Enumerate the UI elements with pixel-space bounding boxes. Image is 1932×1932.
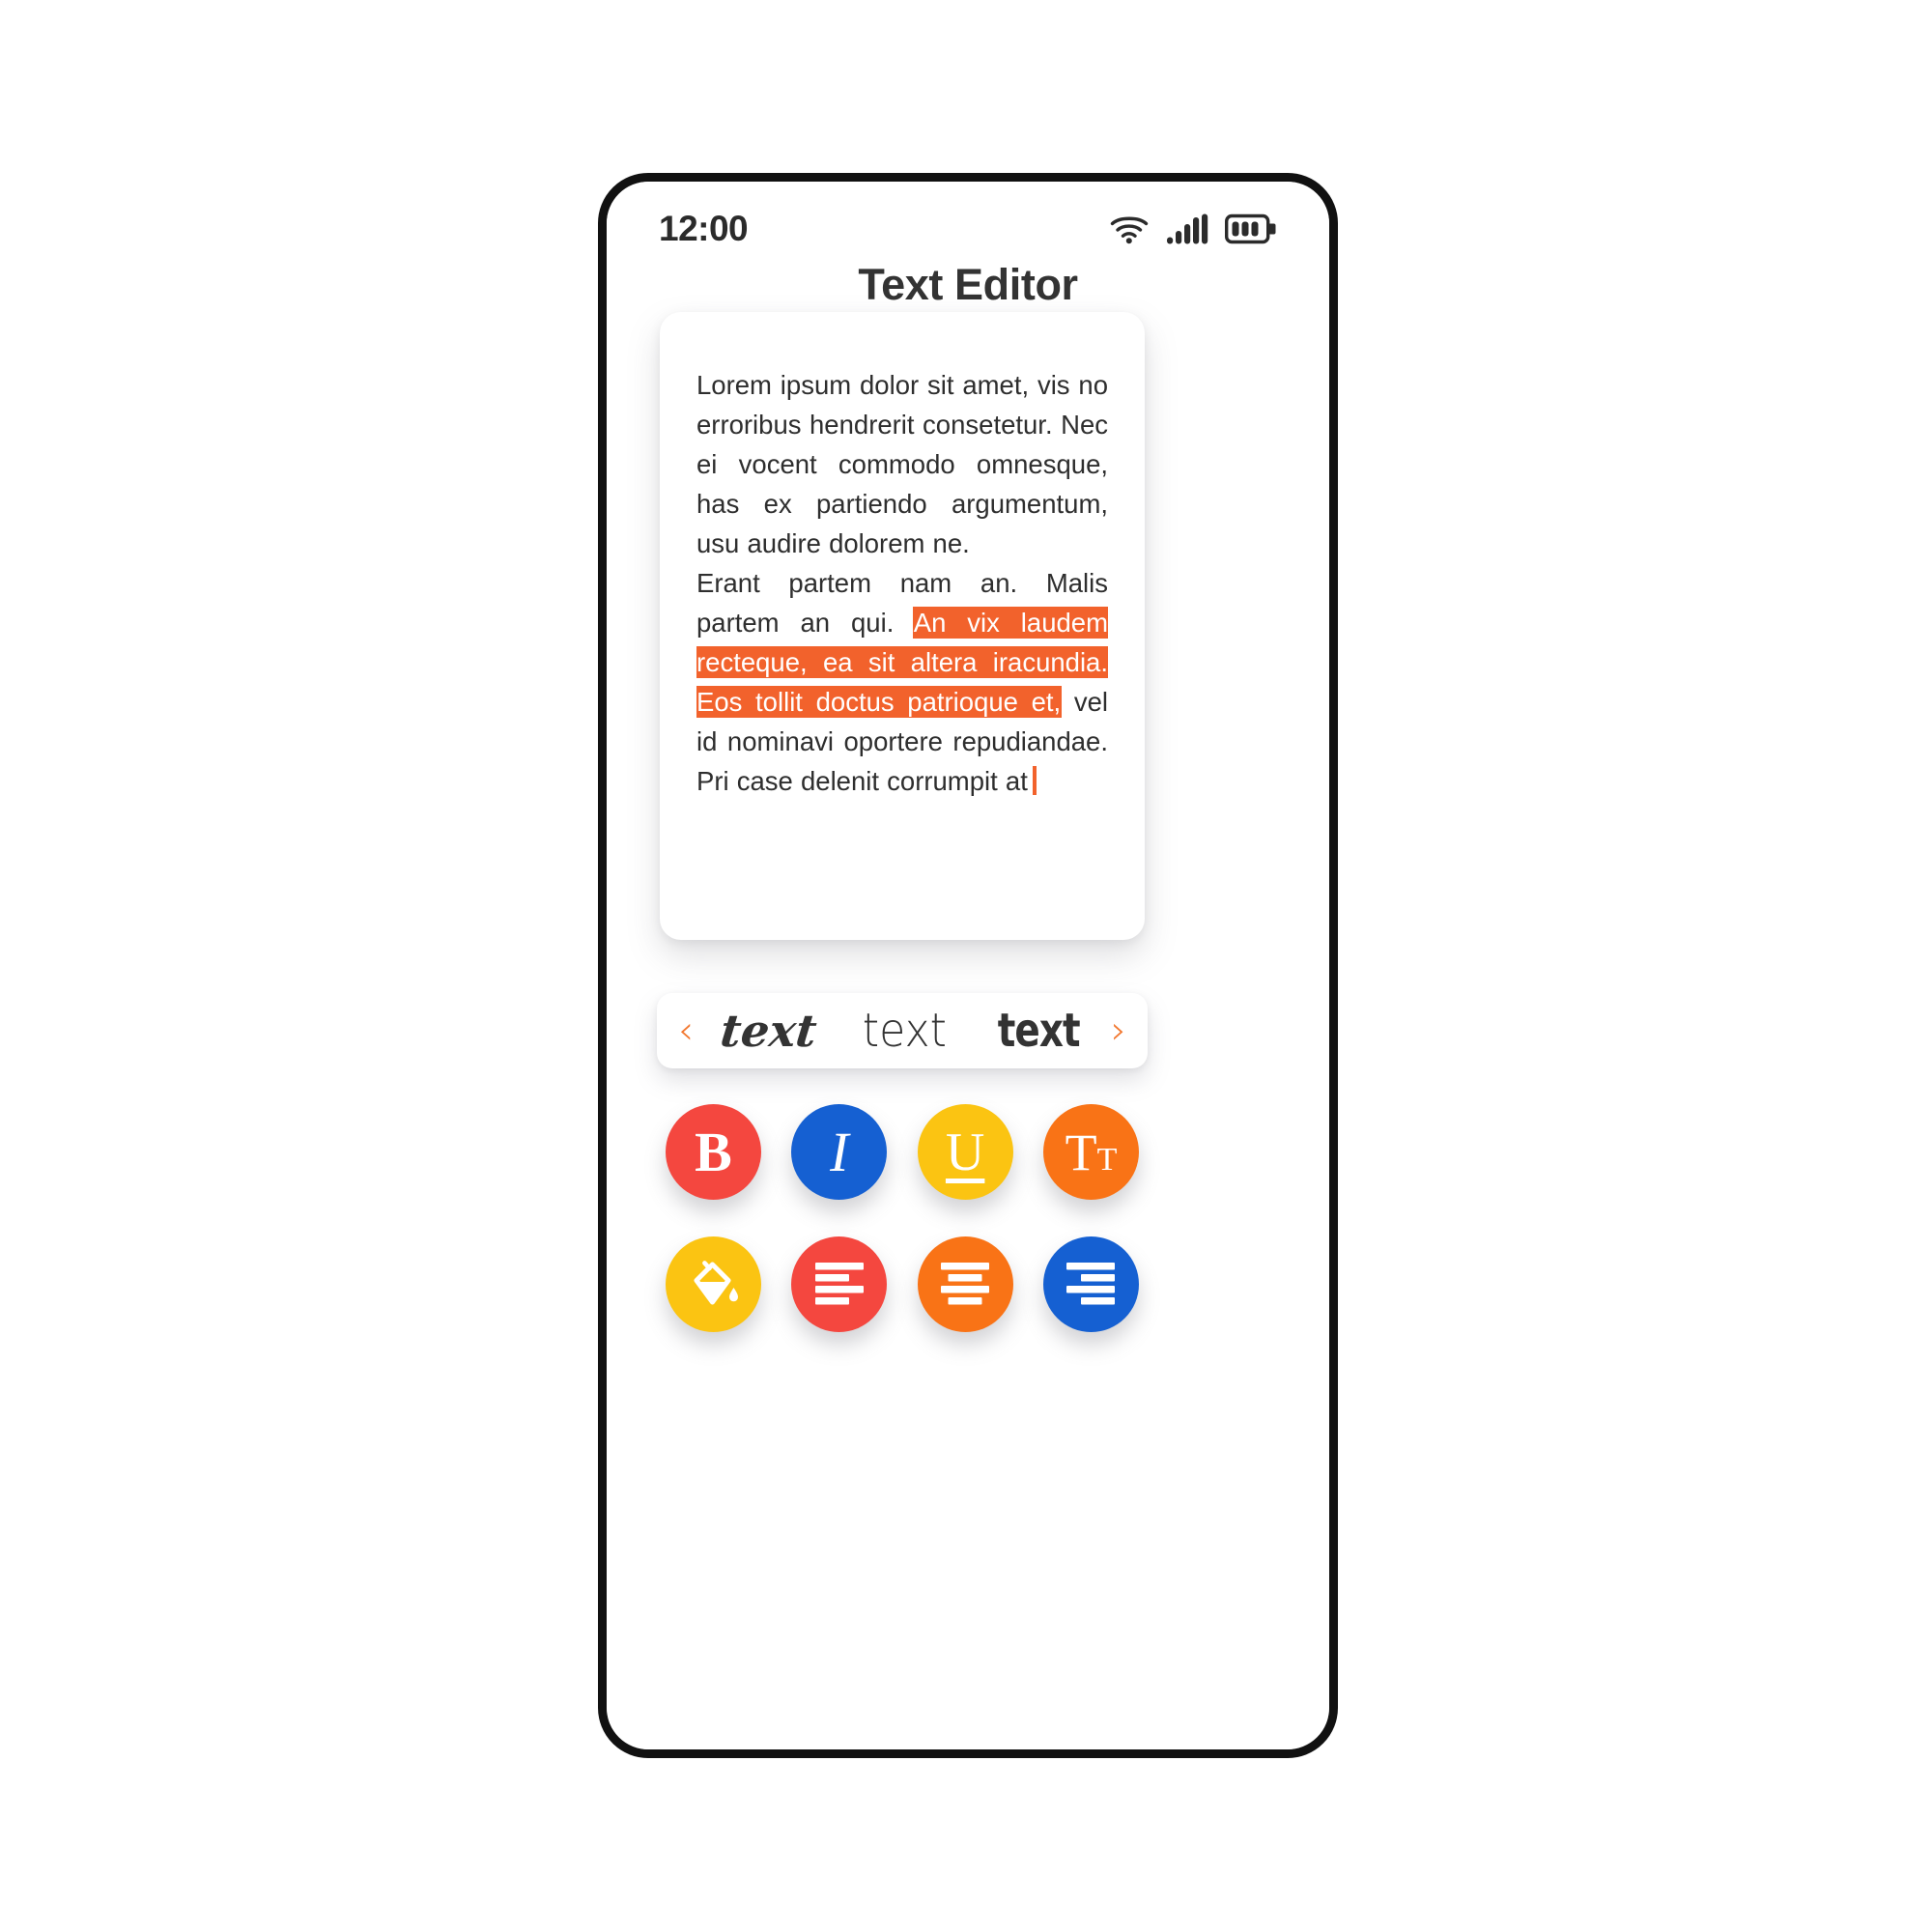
bold-label: B [695, 1120, 732, 1183]
wifi-icon [1109, 213, 1150, 244]
font-size-label-big: T [1065, 1122, 1097, 1181]
paint-bucket-icon [685, 1256, 743, 1314]
status-icons [1109, 213, 1279, 244]
underline-button[interactable]: U [917, 1104, 1013, 1200]
cellular-signal-icon [1166, 213, 1208, 244]
editor-paragraph-1: Lorem ipsum dolor sit amet, vis no error… [696, 370, 1108, 558]
page-title: Text Editor [858, 260, 1078, 309]
chevron-left-icon[interactable]: ‹ [672, 1008, 699, 1054]
chevron-right-icon[interactable]: › [1105, 1008, 1132, 1054]
screenshot-canvas: 12:00 Text Editor Lorem ipsum dolor sit … [0, 0, 1932, 1932]
font-size-label-small: T [1096, 1141, 1118, 1178]
align-right-icon [1065, 1261, 1117, 1309]
font-size-button[interactable]: TT [1042, 1104, 1139, 1200]
align-right-button[interactable] [1042, 1236, 1139, 1332]
font-size-label: TT [1065, 1126, 1118, 1179]
bold-button[interactable]: B [666, 1104, 761, 1200]
status-time: 12:00 [659, 209, 749, 248]
align-left-button[interactable] [791, 1236, 888, 1332]
font-option-italic-serif[interactable]: text [718, 1005, 819, 1057]
fill-color-button[interactable] [666, 1236, 761, 1332]
phone-screen: 12:00 Text Editor Lorem ipsum dolor sit … [607, 182, 1329, 1749]
font-sample-list: text text text [699, 993, 1105, 1068]
underline-label: U [945, 1122, 985, 1182]
text-caret [1032, 766, 1037, 795]
font-option-bold-condensed[interactable]: text [997, 1008, 1080, 1054]
align-center-button[interactable] [917, 1236, 1013, 1332]
font-selector-bar[interactable]: ‹ text text text › [657, 993, 1148, 1068]
align-center-icon [939, 1261, 991, 1309]
italic-label: I [830, 1120, 849, 1183]
font-option-thin-sans[interactable]: text [863, 1008, 947, 1054]
battery-icon [1225, 213, 1279, 244]
editor-paragraph-2: Erant partem nam an. Malis partem an qui… [696, 563, 1108, 801]
align-left-icon [813, 1261, 866, 1309]
text-editor-card[interactable]: Lorem ipsum dolor sit amet, vis no error… [660, 312, 1145, 940]
italic-button[interactable]: I [791, 1104, 888, 1200]
editor-text-area[interactable]: Lorem ipsum dolor sit amet, vis no error… [696, 365, 1108, 801]
formatting-tool-grid: B I U TT [657, 1104, 1148, 1332]
status-bar: 12:00 [607, 201, 1329, 257]
formatting-tool-row-2 [657, 1236, 1148, 1332]
phone-frame: 12:00 Text Editor Lorem ipsum dolor sit … [598, 173, 1338, 1758]
formatting-tool-row-1: B I U TT [657, 1104, 1148, 1200]
